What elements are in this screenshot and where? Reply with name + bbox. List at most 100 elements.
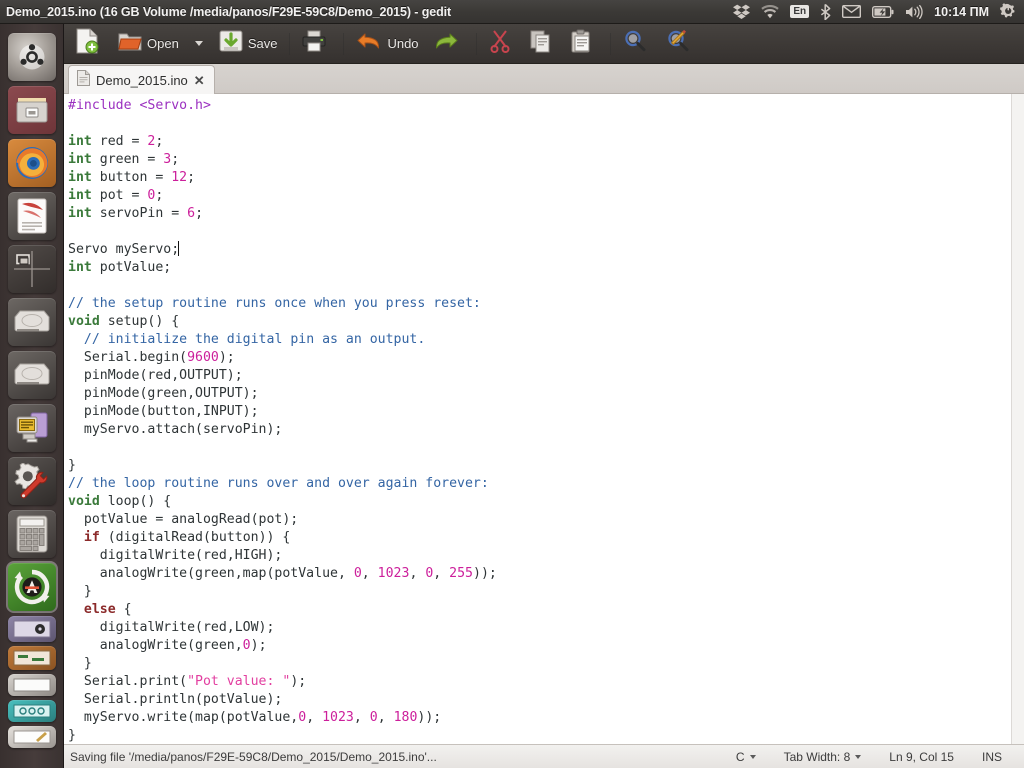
- code-token: Servo myServo;: [68, 242, 180, 257]
- gedit-window: Open Save Undo Demo_2015.ino ✕ #include …: [64, 24, 1024, 768]
- code-line: myServo.attach(servoPin);: [68, 421, 1024, 439]
- toolbar-separator-4: [609, 32, 611, 55]
- volume-icon[interactable]: [905, 0, 923, 24]
- system-menu-icon[interactable]: [1000, 0, 1017, 24]
- code-token: Serial.println(potValue);: [68, 692, 283, 707]
- launcher-item-ubuntu-dash[interactable]: [7, 33, 56, 81]
- code-token: ,: [306, 710, 323, 725]
- code-token: // initialize the digital pin as an outp…: [83, 332, 426, 347]
- launcher-item-disk-drive-2[interactable]: [7, 351, 56, 399]
- code-line: }: [68, 457, 1024, 475]
- new-document-button[interactable]: [68, 27, 111, 61]
- status-bar: Saving file '/media/panos/F29E-59C8/Demo…: [64, 744, 1024, 768]
- replace-button[interactable]: [659, 27, 702, 61]
- launcher-item-workspace-switcher[interactable]: [7, 245, 56, 293]
- gedit-toolbar: Open Save Undo: [64, 24, 1024, 64]
- code-line: // initialize the digital pin as an outp…: [68, 331, 1024, 349]
- redo-button[interactable]: [426, 27, 471, 61]
- save-icon: [219, 29, 243, 58]
- code-token: );: [218, 350, 235, 365]
- code-token: ,: [409, 566, 426, 581]
- desktop-root: Demo_2015.ino (16 GB Volume /media/panos…: [0, 0, 1024, 768]
- code-token: analogWrite(green,map(potValue,: [68, 566, 354, 581]
- dropbox-icon[interactable]: [733, 0, 751, 24]
- search-replace-icon: [666, 29, 690, 58]
- app-stack-icon: [13, 704, 50, 718]
- code-line: analogWrite(green,map(potValue, 0, 1023,…: [68, 565, 1024, 583]
- code-token: ,: [377, 710, 394, 725]
- wifi-icon[interactable]: [761, 0, 780, 24]
- code-line: void setup() {: [68, 313, 1024, 331]
- open-button[interactable]: Open: [111, 27, 186, 61]
- close-icon[interactable]: ✕: [194, 74, 205, 87]
- open-folder-icon: [118, 29, 142, 58]
- code-line: // the setup routine runs once when you …: [68, 295, 1024, 313]
- mail-icon[interactable]: [842, 0, 862, 24]
- code-token: 9600: [187, 350, 219, 365]
- code-line: pinMode(green,OUTPUT);: [68, 385, 1024, 403]
- undo-button[interactable]: Undo: [349, 27, 425, 61]
- search-icon: [623, 29, 647, 58]
- launcher-item-disk-drive[interactable]: [7, 298, 56, 346]
- code-line: if (digitalRead(button)) {: [68, 529, 1024, 547]
- tab-width-selector[interactable]: Tab Width: 8: [770, 750, 876, 764]
- copy-button[interactable]: [523, 27, 564, 61]
- workspace-switcher-icon: [13, 251, 50, 287]
- hard-drive-icon: [14, 363, 49, 385]
- launcher-item-system-settings[interactable]: [7, 457, 56, 505]
- cursor-position-label: Ln 9, Col 15: [889, 749, 954, 764]
- find-button[interactable]: [616, 27, 659, 61]
- code-line: }: [68, 727, 1024, 744]
- code-token: ));: [473, 566, 497, 581]
- code-token: myServo.write(map(potValue,: [68, 710, 299, 725]
- editor-area[interactable]: #include <Servo.h> int red = 2; int green…: [64, 94, 1024, 744]
- launcher-item-files[interactable]: [7, 86, 56, 134]
- code-token: green =: [91, 152, 164, 167]
- launcher-item-software-updater[interactable]: [5, 561, 58, 613]
- chevron-down-icon: [749, 754, 756, 759]
- code-token: int: [68, 260, 92, 275]
- paste-button[interactable]: [564, 27, 605, 61]
- launcher-item-software-center[interactable]: [7, 404, 56, 452]
- launcher-item-firefox[interactable]: [7, 139, 56, 187]
- status-bar-right: C Tab Width: 8 Ln 9, Col 15 INS: [722, 750, 1024, 764]
- code-token: int: [68, 152, 92, 167]
- firefox-icon: [15, 147, 48, 179]
- clock[interactable]: 10:14 ПМ: [934, 0, 989, 24]
- code-token: Serial.print(: [68, 674, 188, 689]
- chevron-down-icon: [194, 41, 203, 46]
- code-token: 6: [187, 206, 196, 221]
- print-button[interactable]: [295, 27, 338, 61]
- code-token: }: [68, 728, 76, 743]
- tab-demo-2015-ino[interactable]: Demo_2015.ino ✕: [68, 65, 215, 94]
- code-line: pinMode(red,OUTPUT);: [68, 367, 1024, 385]
- undo-label: Undo: [387, 36, 419, 51]
- cut-button[interactable]: [482, 27, 523, 61]
- save-button[interactable]: Save: [212, 27, 285, 61]
- vertical-scrollbar[interactable]: [1011, 94, 1024, 744]
- launcher-item-libreoffice-writer[interactable]: [7, 192, 56, 240]
- status-message: Saving file '/media/panos/F29E-59C8/Demo…: [70, 749, 437, 764]
- tab-label: Demo_2015.ino: [96, 72, 188, 88]
- launcher-item-calculator[interactable]: [7, 510, 56, 558]
- launcher-item-app-stack-5: [7, 726, 56, 748]
- source-code-view[interactable]: #include <Servo.h> int red = 2; int green…: [64, 94, 1024, 744]
- code-token: }: [68, 584, 92, 599]
- code-line: else {: [68, 601, 1024, 619]
- paste-icon: [571, 29, 593, 58]
- code-token: int: [68, 134, 92, 149]
- keyboard-layout-indicator[interactable]: En: [790, 0, 810, 24]
- code-token: // the loop routine runs over and over a…: [68, 476, 489, 491]
- language-selector[interactable]: C: [722, 750, 770, 764]
- open-dropdown-button[interactable]: [186, 27, 212, 61]
- battery-icon[interactable]: [872, 0, 894, 24]
- code-line: digitalWrite(red,LOW);: [68, 619, 1024, 637]
- app-stack-icon: [13, 620, 50, 638]
- code-token: void: [68, 314, 100, 329]
- code-token: // the setup routine runs once when you …: [68, 296, 481, 311]
- bluetooth-icon[interactable]: [820, 0, 831, 24]
